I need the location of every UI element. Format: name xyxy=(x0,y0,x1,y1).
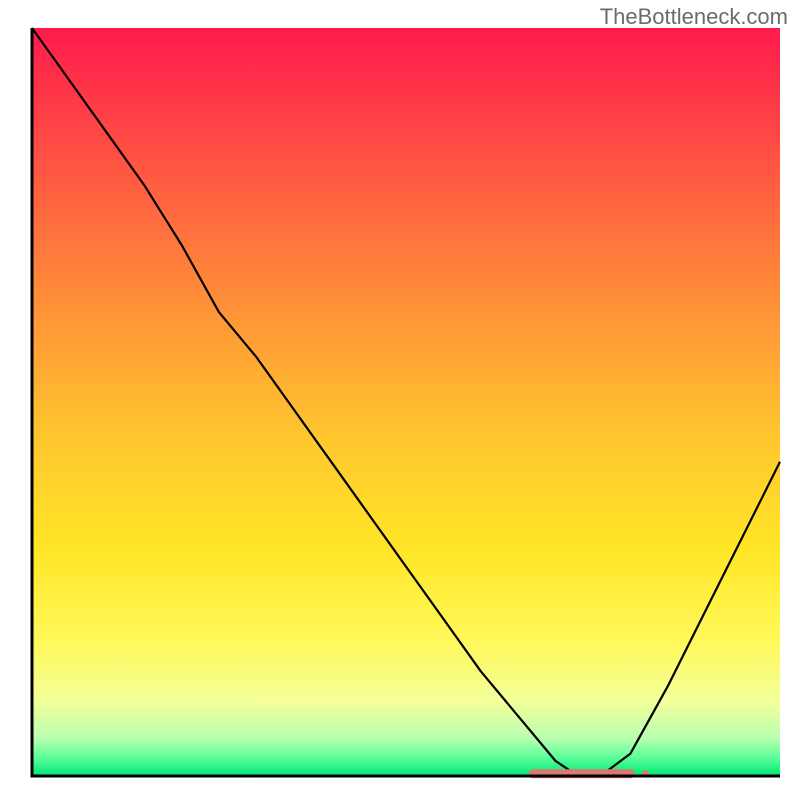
bottleneck-chart xyxy=(0,0,800,800)
gradient-background xyxy=(32,28,780,776)
chart-container: TheBottleneck.com xyxy=(0,0,800,800)
watermark-text: TheBottleneck.com xyxy=(600,4,788,30)
